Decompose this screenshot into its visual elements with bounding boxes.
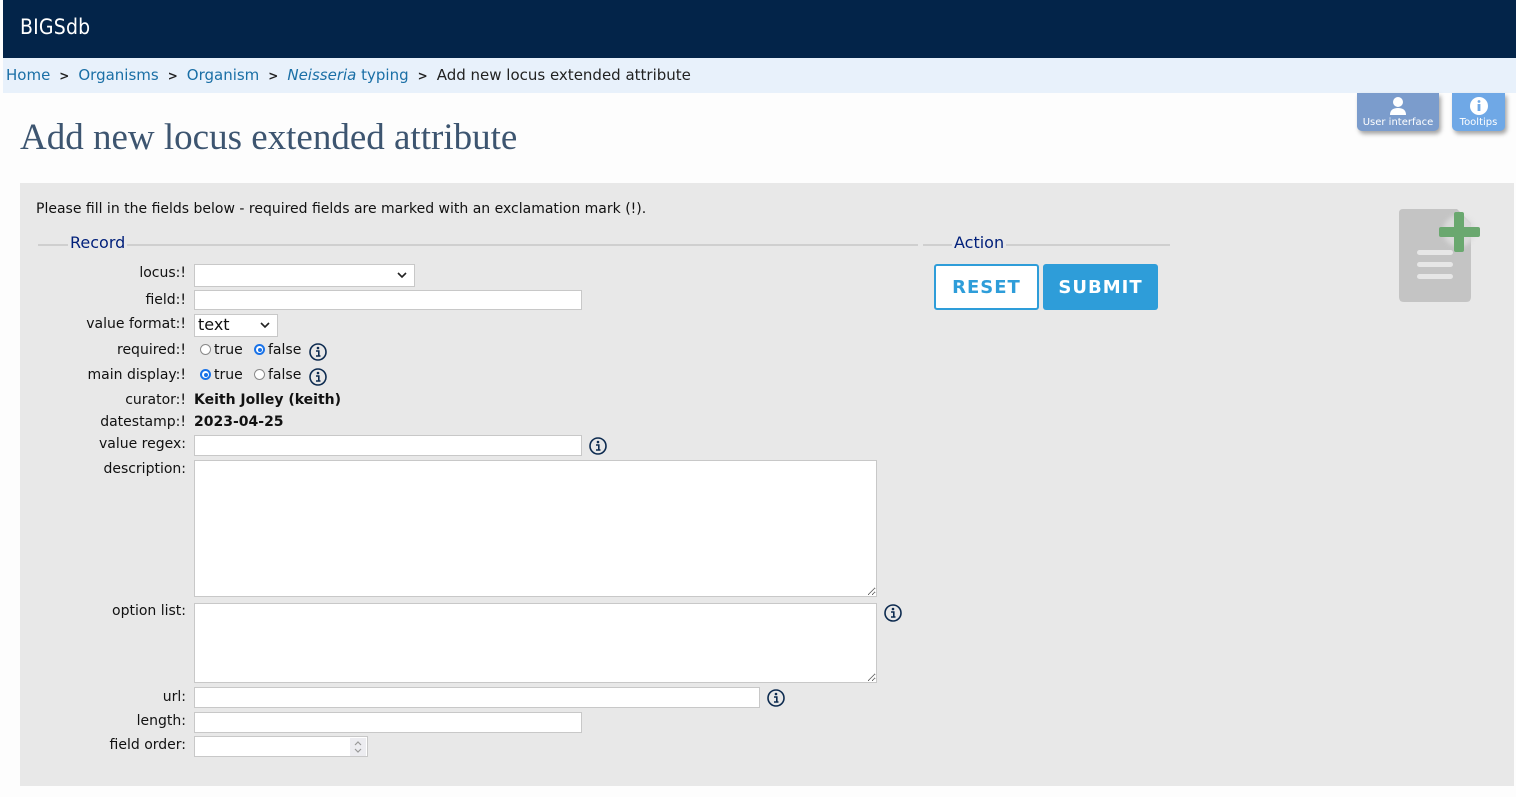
info-icon [1469, 97, 1488, 115]
field-order-number-input[interactable] [194, 736, 368, 757]
radio-label: false [268, 342, 302, 358]
user-icon [1390, 97, 1406, 115]
breadcrumb-current: Add new locus extended attribute [436, 66, 691, 84]
main-display-true-radio[interactable]: true [200, 367, 243, 383]
radio-circle-selected [254, 344, 265, 355]
tooltips-label: Tooltips [1459, 117, 1498, 128]
chevron-down-icon [397, 272, 407, 279]
breadcrumb-plain-part: typing [361, 66, 409, 84]
breadcrumb-home[interactable]: Home [6, 66, 50, 84]
info-icon[interactable] [309, 368, 327, 386]
radio-circle [200, 344, 211, 355]
page-title: Add new locus extended attribute [20, 117, 518, 158]
value-regex-label: value regex: [98, 436, 186, 452]
value-format-label: value format:! [86, 316, 186, 332]
description-label: description: [103, 461, 186, 477]
option-list-textarea[interactable] [194, 603, 877, 683]
radio-label: true [214, 342, 243, 358]
breadcrumb-separator: > [268, 69, 279, 83]
datestamp-value: 2023-04-25 [194, 414, 284, 430]
locus-label: locus:! [139, 265, 186, 281]
curator-label: curator:! [125, 392, 186, 408]
datestamp-label: datestamp:! [100, 414, 186, 430]
curator-value: Keith Jolley (keith) [194, 392, 342, 408]
form-instructions: Please fill in the fields below - requir… [36, 201, 647, 217]
reset-button[interactable]: RESET [934, 264, 1039, 310]
option-list-label: option list: [112, 603, 186, 619]
value-format-select-value: text [198, 315, 230, 334]
app-title[interactable]: BIGSdb [20, 15, 90, 39]
record-legend: Record [68, 233, 128, 252]
length-label: length: [136, 713, 186, 729]
chevron-down-icon [260, 322, 270, 329]
url-label: url: [162, 689, 186, 705]
field-order-label: field order: [109, 737, 186, 753]
description-textarea[interactable] [194, 460, 877, 597]
main-display-false-radio[interactable]: false [254, 367, 301, 383]
value-regex-input[interactable] [194, 435, 582, 456]
required-label: required:! [117, 342, 186, 358]
breadcrumb-italic-part: Neisseria [287, 66, 357, 84]
breadcrumb-organisms[interactable]: Organisms [78, 66, 158, 84]
breadcrumb-separator: > [59, 69, 70, 83]
tooltips-button[interactable]: Tooltips [1452, 93, 1505, 131]
info-icon[interactable] [309, 343, 327, 361]
breadcrumb-neisseria-typing[interactable]: Neisseria typing [287, 66, 408, 84]
length-input[interactable] [194, 712, 582, 733]
number-spinner[interactable] [350, 738, 366, 756]
record-fieldset-border [38, 244, 918, 246]
radio-label: false [268, 367, 302, 383]
form-panel: Please fill in the fields below - requir… [20, 183, 1514, 786]
url-input[interactable] [194, 687, 760, 708]
submit-button[interactable]: SUBMIT [1043, 264, 1158, 310]
field-input[interactable] [194, 290, 582, 310]
breadcrumb-separator: > [417, 69, 428, 83]
field-label: field:! [145, 292, 186, 308]
value-format-select[interactable]: text [194, 314, 278, 337]
breadcrumb-separator: > [167, 69, 178, 83]
user-interface-button[interactable]: User interface [1357, 93, 1439, 131]
user-interface-label: User interface [1362, 117, 1434, 128]
required-true-radio[interactable]: true [200, 342, 243, 358]
locus-select[interactable] [194, 264, 415, 287]
radio-label: true [214, 367, 243, 383]
required-false-radio[interactable]: false [254, 342, 301, 358]
info-icon[interactable] [589, 437, 607, 455]
main-display-label: main display:! [87, 367, 186, 383]
breadcrumb: Home > Organisms > Organism > Neisseria typing… [3, 58, 1516, 93]
info-icon[interactable] [767, 689, 785, 707]
info-icon[interactable] [884, 604, 902, 622]
add-record-icon [1399, 209, 1480, 302]
radio-circle-selected [200, 369, 211, 380]
top-navbar: BIGSdb [3, 0, 1516, 58]
radio-circle [254, 369, 265, 380]
breadcrumb-organism[interactable]: Organism [187, 66, 260, 84]
action-legend: Action [952, 233, 1007, 252]
spinner-arrows-icon [354, 741, 362, 753]
